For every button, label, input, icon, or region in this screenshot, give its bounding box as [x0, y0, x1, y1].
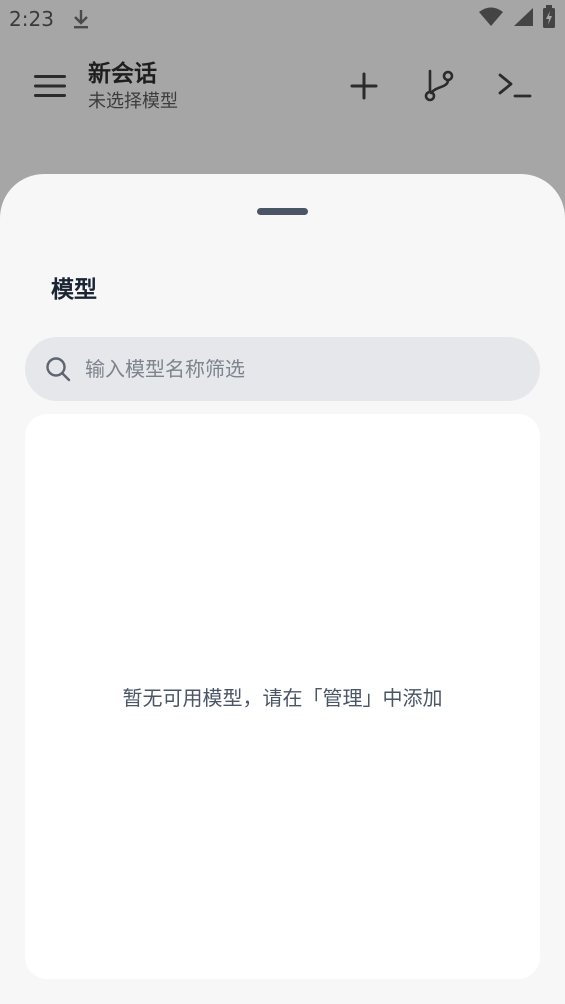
plus-icon [350, 72, 378, 104]
app-bar: 新会话 未选择模型 [0, 38, 565, 138]
model-search-box[interactable] [25, 337, 540, 401]
title-block[interactable]: 新会话 未选择模型 [88, 58, 178, 114]
model-search-input[interactable] [85, 337, 525, 401]
status-icons [478, 5, 556, 33]
conversation-title: 新会话 [88, 61, 157, 87]
menu-icon [33, 73, 67, 103]
screen: 2:23 新会话 未选择模型 模型 输入模型名称筛选 暂无可用模型，请在「管理」… [0, 0, 565, 1004]
new-chat-button[interactable] [338, 64, 390, 112]
empty-state-message: 暂无可用模型，请在「管理」中添加 [122, 686, 443, 710]
drag-handle[interactable] [257, 208, 308, 215]
model-subtitle: 未选择模型 [88, 91, 178, 112]
terminal-button[interactable] [489, 64, 541, 112]
status-time: 2:23 [9, 7, 54, 31]
menu-button[interactable] [24, 64, 76, 112]
search-icon [45, 356, 71, 382]
download-icon [70, 8, 92, 30]
sheet-title: 模型 [51, 277, 97, 303]
branch-button[interactable] [413, 64, 465, 112]
terminal-icon [498, 71, 532, 105]
wifi-icon [478, 7, 504, 31]
status-bar: 2:23 [0, 0, 565, 38]
branch-icon [422, 69, 456, 107]
battery-icon [542, 5, 556, 33]
model-bottom-sheet: 模型 暂无可用模型，请在「管理」中添加 [0, 174, 565, 1004]
model-list: 暂无可用模型，请在「管理」中添加 [25, 414, 540, 979]
signal-icon [512, 7, 534, 31]
